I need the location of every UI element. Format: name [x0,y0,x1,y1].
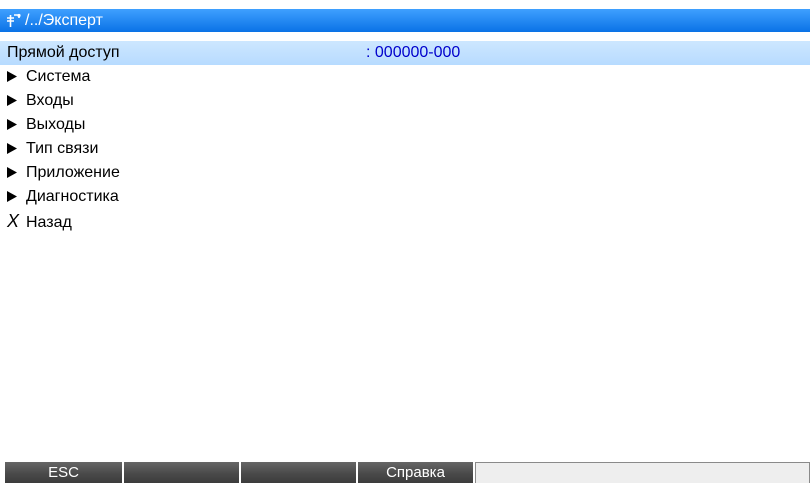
menu-item-label: Приложение [26,164,120,181]
arrow-right-icon [7,143,17,154]
expert-key-icon [6,13,22,29]
back-x-icon: X [7,211,20,231]
menu-item-label: Выходы [26,116,86,133]
breadcrumb-path: /../Эксперт [25,12,103,29]
menu-item-diagnostics[interactable]: Диагностика [0,185,810,209]
softkey-3[interactable] [241,462,356,483]
menu-item-label: Система [26,68,91,85]
menu-item-direct-access[interactable]: Прямой доступ : 000000-000 [0,41,810,65]
menu-item-system[interactable]: Система [0,65,810,89]
arrow-right-icon [7,71,17,82]
menu-item-inputs[interactable]: Входы [0,89,810,113]
menu-item-label: Диагностика [26,188,119,205]
arrow-right-icon [7,95,17,106]
menu-item-back[interactable]: X Назад [0,209,810,233]
softkey-2[interactable] [124,462,239,483]
softkey-esc[interactable]: ESC [5,462,122,483]
menu-item-label: Тип связи [26,140,99,157]
softkey-bar: ESC Справка [0,462,810,483]
menu-item-label: Входы [26,92,74,109]
menu-item-application[interactable]: Приложение [0,161,810,185]
menu-item-label: Назад [26,214,72,231]
softkey-info-area [475,462,810,483]
direct-access-label: Прямой доступ [7,44,120,61]
direct-access-value: : 000000-000 [366,44,461,61]
arrow-right-icon [7,167,17,178]
softkey-help[interactable]: Справка [358,462,473,483]
arrow-right-icon [7,119,17,130]
menu-item-outputs[interactable]: Выходы [0,113,810,137]
title-bar: /../Эксперт [0,9,810,32]
menu-item-communication-type[interactable]: Тип связи [0,137,810,161]
arrow-right-icon [7,191,17,202]
menu-list: Прямой доступ : 000000-000 Система Входы… [0,41,810,233]
